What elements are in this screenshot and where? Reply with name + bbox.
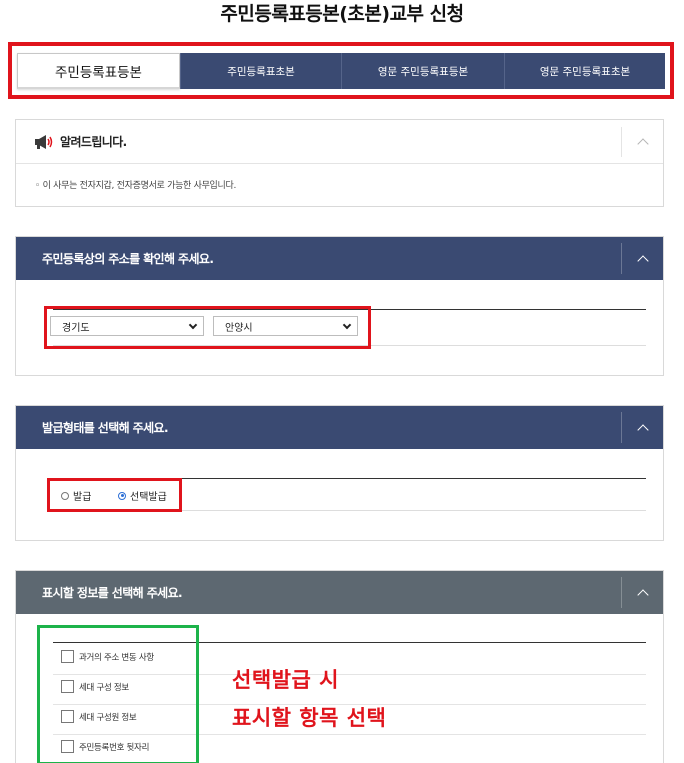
notice-text: ◦ 이 사무는 전자지갑, 전자증명서로 가능한 사무입니다. [35,181,237,191]
tabs-highlight-box: 주민등록표등본 주민등록표초본 영문 주민등록표등본 영문 주민등록표초본 [8,42,674,99]
tab-resident-abstract[interactable]: 주민등록표초본 [180,53,341,89]
tab-english-resident-abstract[interactable]: 영문 주민등록표초본 [504,53,665,89]
chevron-up-icon [636,254,649,267]
annotation-line-1: 선택발급 시 [232,668,339,692]
address-highlight-box [44,306,371,349]
address-collapse-button[interactable] [621,243,663,274]
annotation-line-2: 표시할 항목 선택 [232,706,387,730]
issue-type-panel: 발급형태를 선택해 주세요. [15,405,664,541]
issue-type-title: 발급형태를 선택해 주세요. [42,421,169,435]
issue-type-collapse-button[interactable] [621,412,663,443]
tab-bar: 주민등록표등본 주민등록표초본 영문 주민등록표등본 영문 주민등록표초본 [17,53,665,89]
notice-collapse-button[interactable] [621,127,663,157]
notice-panel: 알려드립니다. ◦ 이 사무는 전자지갑, 전자증명서로 가능한 사무입니다. [15,119,664,207]
address-header: 주민등록상의 주소를 확인해 주세요. [16,237,663,280]
megaphone-icon [35,135,53,149]
notice-header: 알려드립니다. [16,120,663,164]
display-info-highlight-box [37,625,199,763]
chevron-up-icon [636,588,649,601]
chevron-up-icon [636,138,649,150]
display-info-title: 표시할 정보를 선택해 주세요. [42,586,183,600]
chevron-up-icon [636,423,649,436]
issue-type-highlight-box [47,478,182,512]
tab-english-resident-copy[interactable]: 영문 주민등록표등본 [341,53,504,89]
issue-type-header: 발급형태를 선택해 주세요. [16,406,663,449]
tab-resident-copy[interactable]: 주민등록표등본 [17,53,180,89]
display-info-collapse-button[interactable] [621,577,663,608]
page-title: 주민등록표등본(초본)교부 신청 [220,3,464,25]
display-info-header: 표시할 정보를 선택해 주세요. [16,571,663,614]
address-title: 주민등록상의 주소를 확인해 주세요. [42,252,214,266]
